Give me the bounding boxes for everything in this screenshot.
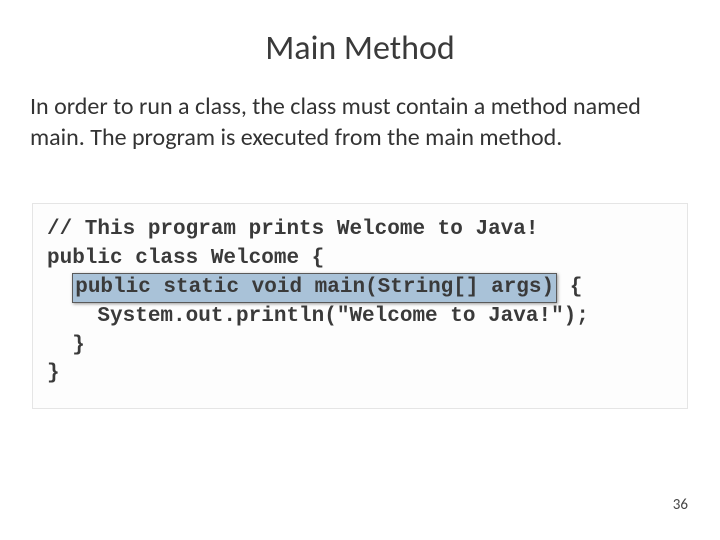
- code-line-3: public static void main(String[] args) {: [47, 273, 673, 303]
- main-method-highlight: public static void main(String[] args): [72, 273, 557, 303]
- slide-description: In order to run a class, the class must …: [30, 91, 690, 153]
- slide-title: Main Method: [30, 28, 690, 69]
- code-line-6: }: [47, 360, 673, 388]
- code-line-5: }: [47, 332, 673, 360]
- code-line-4: System.out.println("Welcome to Java!");: [47, 303, 673, 331]
- code-block: // This program prints Welcome to Java! …: [32, 203, 688, 409]
- code-line-2: public class Welcome {: [47, 245, 673, 273]
- code-line-1: // This program prints Welcome to Java!: [47, 216, 673, 244]
- page-number: 36: [673, 496, 688, 514]
- code-indent: [47, 276, 72, 299]
- code-after-highlight: {: [557, 276, 595, 299]
